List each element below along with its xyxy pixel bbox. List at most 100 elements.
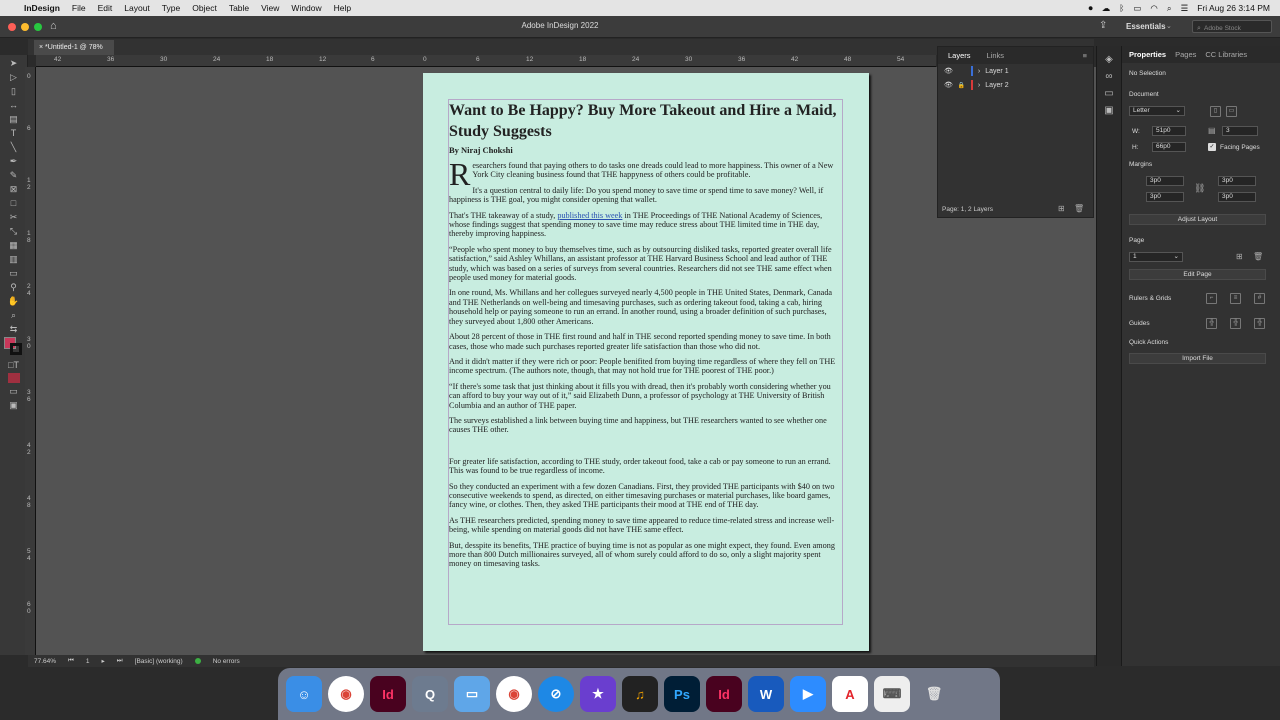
- rectangle-frame-tool-icon[interactable]: ⊠: [6, 183, 22, 195]
- pencil-tool-icon[interactable]: ✎: [6, 169, 22, 181]
- pages-icon[interactable]: ▭: [1097, 88, 1121, 99]
- tab-layers[interactable]: Layers: [938, 51, 979, 60]
- word-icon[interactable]: W: [748, 676, 784, 712]
- close-tab-icon[interactable]: ×: [39, 44, 43, 51]
- battery-icon[interactable]: ▭: [1133, 3, 1141, 14]
- article-link[interactable]: published this week: [557, 211, 622, 220]
- menu-edit[interactable]: Edit: [92, 3, 119, 13]
- margin-left-field[interactable]: 3p0: [1218, 176, 1256, 186]
- trash-icon[interactable]: 🗑: [916, 676, 952, 712]
- document-grid-icon[interactable]: #: [1254, 293, 1265, 304]
- clock[interactable]: Fri Aug 26 3:14 PM: [1197, 3, 1270, 13]
- page-tool-icon[interactable]: ▯: [6, 85, 22, 97]
- smart-guides-icon[interactable]: ╬: [1254, 318, 1265, 329]
- eye-icon[interactable]: 👁: [944, 81, 953, 89]
- pen-tool-icon[interactable]: ✒: [6, 155, 22, 167]
- layers-icon[interactable]: ◈: [1097, 54, 1121, 65]
- document-preset-select[interactable]: Letter ⌄: [1129, 106, 1185, 116]
- ruler-icon[interactable]: ⌐: [1206, 293, 1217, 304]
- preflight-errors[interactable]: No errors: [213, 658, 240, 665]
- height-field[interactable]: 66p0: [1152, 142, 1186, 152]
- eye-icon[interactable]: 👁: [944, 67, 953, 75]
- margin-right-field[interactable]: 3p0: [1218, 192, 1256, 202]
- panel-menu-icon[interactable]: ≡: [1083, 51, 1093, 60]
- safari-icon[interactable]: ⊘: [538, 676, 574, 712]
- indesign-icon[interactable]: Id: [370, 676, 406, 712]
- fill-stroke-swatch[interactable]: [3, 337, 24, 357]
- layer-name[interactable]: Layer 1: [985, 68, 1008, 75]
- direct-selection-tool-icon[interactable]: ▷: [6, 71, 22, 83]
- rectangle-tool-icon[interactable]: □: [6, 197, 22, 209]
- share-icon[interactable]: ⇪: [1099, 20, 1107, 31]
- menu-view[interactable]: View: [255, 3, 285, 13]
- tab-cc-libraries[interactable]: CC Libraries: [1205, 50, 1247, 59]
- imovie-icon[interactable]: ★: [580, 676, 616, 712]
- landscape-orientation-icon[interactable]: ▭: [1226, 106, 1237, 117]
- last-page-icon[interactable]: ⏭: [117, 657, 123, 665]
- keyboard-icon[interactable]: ⌨: [874, 676, 910, 712]
- delete-page-icon[interactable]: 🗑: [1253, 252, 1263, 261]
- vertical-ruler[interactable]: 0 6 1 2 1 8 2 4 3 0 3 6 4 2 4 8 5 4 6 0: [25, 67, 36, 655]
- menu-table[interactable]: Table: [223, 3, 255, 13]
- indesign-icon[interactable]: Id: [706, 676, 742, 712]
- gradient-feather-tool-icon[interactable]: ▥: [6, 253, 22, 265]
- chrome-icon[interactable]: ◉: [496, 676, 532, 712]
- finder-icon[interactable]: ☺: [286, 676, 322, 712]
- line-tool-icon[interactable]: ╲: [6, 141, 22, 153]
- normal-view-icon[interactable]: ▭: [6, 385, 22, 397]
- import-file-button[interactable]: Import File: [1129, 353, 1266, 364]
- menu-file[interactable]: File: [66, 3, 92, 13]
- text-frame[interactable]: Want to Be Happy? Buy More Takeout and H…: [448, 99, 843, 625]
- layer-row[interactable]: 👁 › Layer 1: [938, 64, 1093, 78]
- bluetooth-icon[interactable]: ᛒ: [1119, 3, 1124, 13]
- selection-tool-icon[interactable]: ➤: [6, 57, 22, 69]
- document-tab[interactable]: × *Untitled-1 @ 78%: [34, 40, 114, 55]
- stock-search[interactable]: ⌕ Adobe Stock: [1192, 20, 1272, 33]
- next-page-icon[interactable]: ▸: [102, 657, 105, 665]
- menu-help[interactable]: Help: [328, 3, 357, 13]
- baseline-grid-icon[interactable]: ≡: [1230, 293, 1241, 304]
- new-layer-icon[interactable]: ⊞: [1058, 204, 1065, 213]
- menu-object[interactable]: Object: [186, 3, 223, 13]
- scissors-tool-icon[interactable]: ✂: [6, 211, 22, 223]
- portrait-orientation-icon[interactable]: ▯: [1210, 106, 1221, 117]
- tab-properties[interactable]: Properties: [1129, 50, 1166, 59]
- add-page-icon[interactable]: ⊞: [1236, 252, 1243, 261]
- preflight-profile[interactable]: [Basic] (working): [135, 658, 183, 665]
- chevron-right-icon[interactable]: ›: [978, 68, 980, 75]
- photoshop-icon[interactable]: Ps: [664, 676, 700, 712]
- apply-color-icon[interactable]: [7, 373, 20, 383]
- record-icon[interactable]: ⏺: [1089, 3, 1093, 14]
- margin-bottom-field[interactable]: 3p0: [1146, 192, 1184, 202]
- workspace-switcher[interactable]: Essentials: [1126, 22, 1166, 31]
- gradient-tool-icon[interactable]: ▦: [6, 239, 22, 251]
- pages-count-field[interactable]: 3: [1222, 126, 1258, 136]
- app-menu[interactable]: InDesign: [18, 3, 66, 13]
- eyedropper-tool-icon[interactable]: ⚲: [6, 281, 22, 293]
- chrome-icon[interactable]: ◉: [328, 676, 364, 712]
- lock-icon[interactable]: 🔒: [958, 82, 966, 89]
- garageband-icon[interactable]: ♫: [622, 676, 658, 712]
- control-center-icon[interactable]: ☰: [1181, 3, 1189, 14]
- creative-cloud-icon[interactable]: ☁: [1102, 3, 1111, 14]
- hand-tool-icon[interactable]: ✋: [6, 295, 22, 307]
- wifi-icon[interactable]: ◠: [1150, 3, 1157, 14]
- margin-top-field[interactable]: 3p0: [1146, 176, 1184, 186]
- links-icon[interactable]: ∞: [1097, 71, 1121, 82]
- menu-window[interactable]: Window: [285, 3, 327, 13]
- content-collector-icon[interactable]: ▤: [6, 113, 22, 125]
- page-number-field[interactable]: 1: [86, 658, 90, 665]
- edit-page-button[interactable]: Edit Page: [1129, 269, 1266, 280]
- zoom-icon[interactable]: ▶: [790, 676, 826, 712]
- zoom-tool-icon[interactable]: ⌕: [6, 309, 22, 321]
- lock-guides-icon[interactable]: ╬: [1230, 318, 1241, 329]
- tab-links[interactable]: Links: [979, 51, 1013, 60]
- menu-type[interactable]: Type: [156, 3, 186, 13]
- page-select[interactable]: 1 ⌄: [1129, 252, 1183, 262]
- type-tool-icon[interactable]: T: [6, 127, 22, 139]
- layer-name[interactable]: Layer 2: [985, 82, 1008, 89]
- layer-row[interactable]: 👁 🔒 › Layer 2: [938, 78, 1093, 92]
- adjust-layout-button[interactable]: Adjust Layout: [1129, 214, 1266, 225]
- width-field[interactable]: 51p0: [1152, 126, 1186, 136]
- note-tool-icon[interactable]: ▭: [6, 267, 22, 279]
